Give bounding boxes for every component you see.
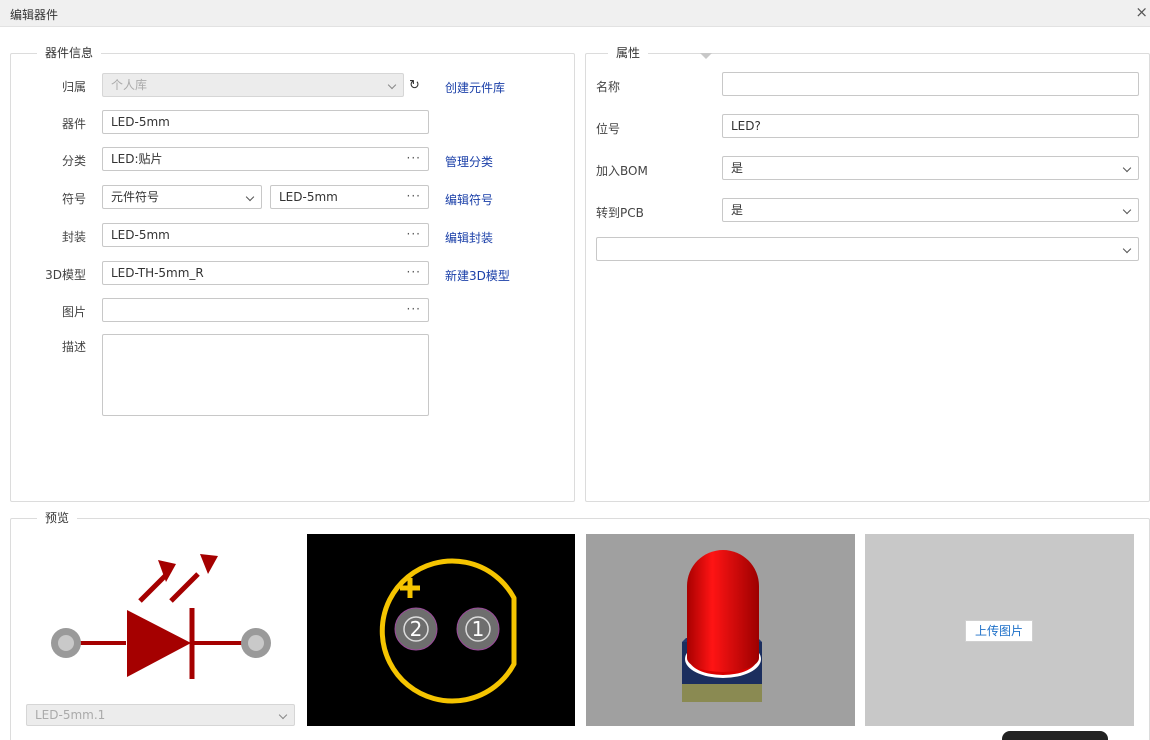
window-title: 编辑器件 — [10, 8, 59, 22]
symbol-input[interactable]: LED-5mm ··· — [270, 185, 429, 209]
image-input[interactable]: ··· — [102, 298, 429, 322]
image-preview: 上传图片 — [865, 534, 1134, 726]
more-icon[interactable]: ··· — [407, 299, 421, 320]
model3d-preview — [586, 534, 855, 726]
attr-add-bom-select[interactable]: 是 — [722, 156, 1139, 180]
more-icon[interactable]: ··· — [407, 148, 421, 169]
attr-to-pcb-label: 转到PCB — [596, 206, 644, 220]
chevron-down-icon — [1122, 244, 1132, 254]
footprint-input[interactable]: LED-5mm ··· — [102, 223, 429, 247]
more-icon[interactable]: ··· — [407, 262, 421, 283]
chevron-down-icon — [245, 192, 255, 202]
attr-add-bom-label: 加入BOM — [596, 164, 648, 178]
symbol-preview: LED-5mm.1 — [26, 534, 296, 726]
library-value: 个人库 — [111, 78, 148, 92]
device-value: LED-5mm — [111, 115, 170, 129]
edit-footprint-link[interactable]: 编辑封装 — [445, 229, 493, 246]
device-input[interactable]: LED-5mm — [102, 110, 429, 134]
attr-to-pcb-select[interactable]: 是 — [722, 198, 1139, 222]
collapse-triangle-icon[interactable] — [700, 53, 712, 59]
attr-name-label: 名称 — [596, 80, 621, 94]
symbol-part-select[interactable]: LED-5mm.1 — [26, 704, 295, 726]
symbol-label: 符号 — [61, 192, 86, 206]
pin-1-label: 1 — [472, 617, 485, 641]
chevron-down-icon — [387, 80, 397, 90]
new-3d-model-link[interactable]: 新建3D模型 — [445, 267, 510, 284]
symbol-type-select[interactable]: 元件符号 — [102, 185, 262, 209]
title-bar: 编辑器件 × — [0, 0, 1150, 27]
attr-designator-value: LED? — [731, 119, 761, 133]
image-label: 图片 — [61, 305, 86, 319]
preview-legend: 预览 — [37, 511, 78, 525]
symbol-part-value: LED-5mm.1 — [35, 708, 106, 722]
model3d-input[interactable]: LED-TH-5mm_R ··· — [102, 261, 429, 285]
footprint-label: 封装 — [61, 230, 86, 244]
category-value: LED:贴片 — [111, 152, 163, 166]
manage-category-link[interactable]: 管理分类 — [445, 153, 493, 170]
device-info-legend: 器件信息 — [37, 46, 102, 60]
chevron-down-icon — [1122, 163, 1132, 173]
attr-designator-input[interactable]: LED? — [722, 114, 1139, 138]
upload-image-button[interactable]: 上传图片 — [965, 620, 1033, 642]
chevron-down-icon — [1122, 205, 1132, 215]
attr-designator-label: 位号 — [596, 122, 621, 136]
more-icon[interactable]: ··· — [407, 186, 421, 207]
attr-to-pcb-value: 是 — [731, 203, 744, 217]
category-label: 分类 — [61, 154, 86, 168]
footprint-value: LED-5mm — [111, 228, 170, 242]
footprint-graphic: 2 1 — [379, 558, 517, 704]
device-label: 器件 — [61, 117, 86, 131]
library-label: 归属 — [61, 80, 86, 94]
create-library-link[interactable]: 创建元件库 — [445, 79, 505, 96]
model3d-label: 3D模型 — [45, 268, 86, 282]
description-label: 描述 — [61, 340, 86, 354]
led-3d-graphic — [682, 550, 762, 702]
close-icon[interactable]: × — [1135, 3, 1148, 21]
edit-symbol-link[interactable]: 编辑符号 — [445, 191, 493, 208]
pin-2-label: 2 — [410, 617, 423, 641]
attributes-legend: 属性 — [608, 46, 649, 60]
refresh-icon[interactable]: ↻ — [409, 78, 420, 93]
attr-add-bom-value: 是 — [731, 161, 744, 175]
symbol-type-value: 元件符号 — [111, 190, 160, 204]
category-input[interactable]: LED:贴片 ··· — [102, 147, 429, 171]
chevron-down-icon — [278, 710, 288, 720]
floating-bar — [1002, 731, 1108, 740]
attr-name-input[interactable] — [722, 72, 1139, 96]
attr-extra-select[interactable] — [596, 237, 1139, 261]
description-textarea[interactable] — [102, 334, 429, 416]
footprint-preview: 2 1 — [307, 534, 575, 726]
model3d-value: LED-TH-5mm_R — [111, 266, 204, 280]
library-select[interactable]: 个人库 — [102, 73, 404, 97]
symbol-value: LED-5mm — [279, 190, 338, 204]
led-symbol-graphic — [51, 554, 271, 679]
more-icon[interactable]: ··· — [407, 224, 421, 245]
